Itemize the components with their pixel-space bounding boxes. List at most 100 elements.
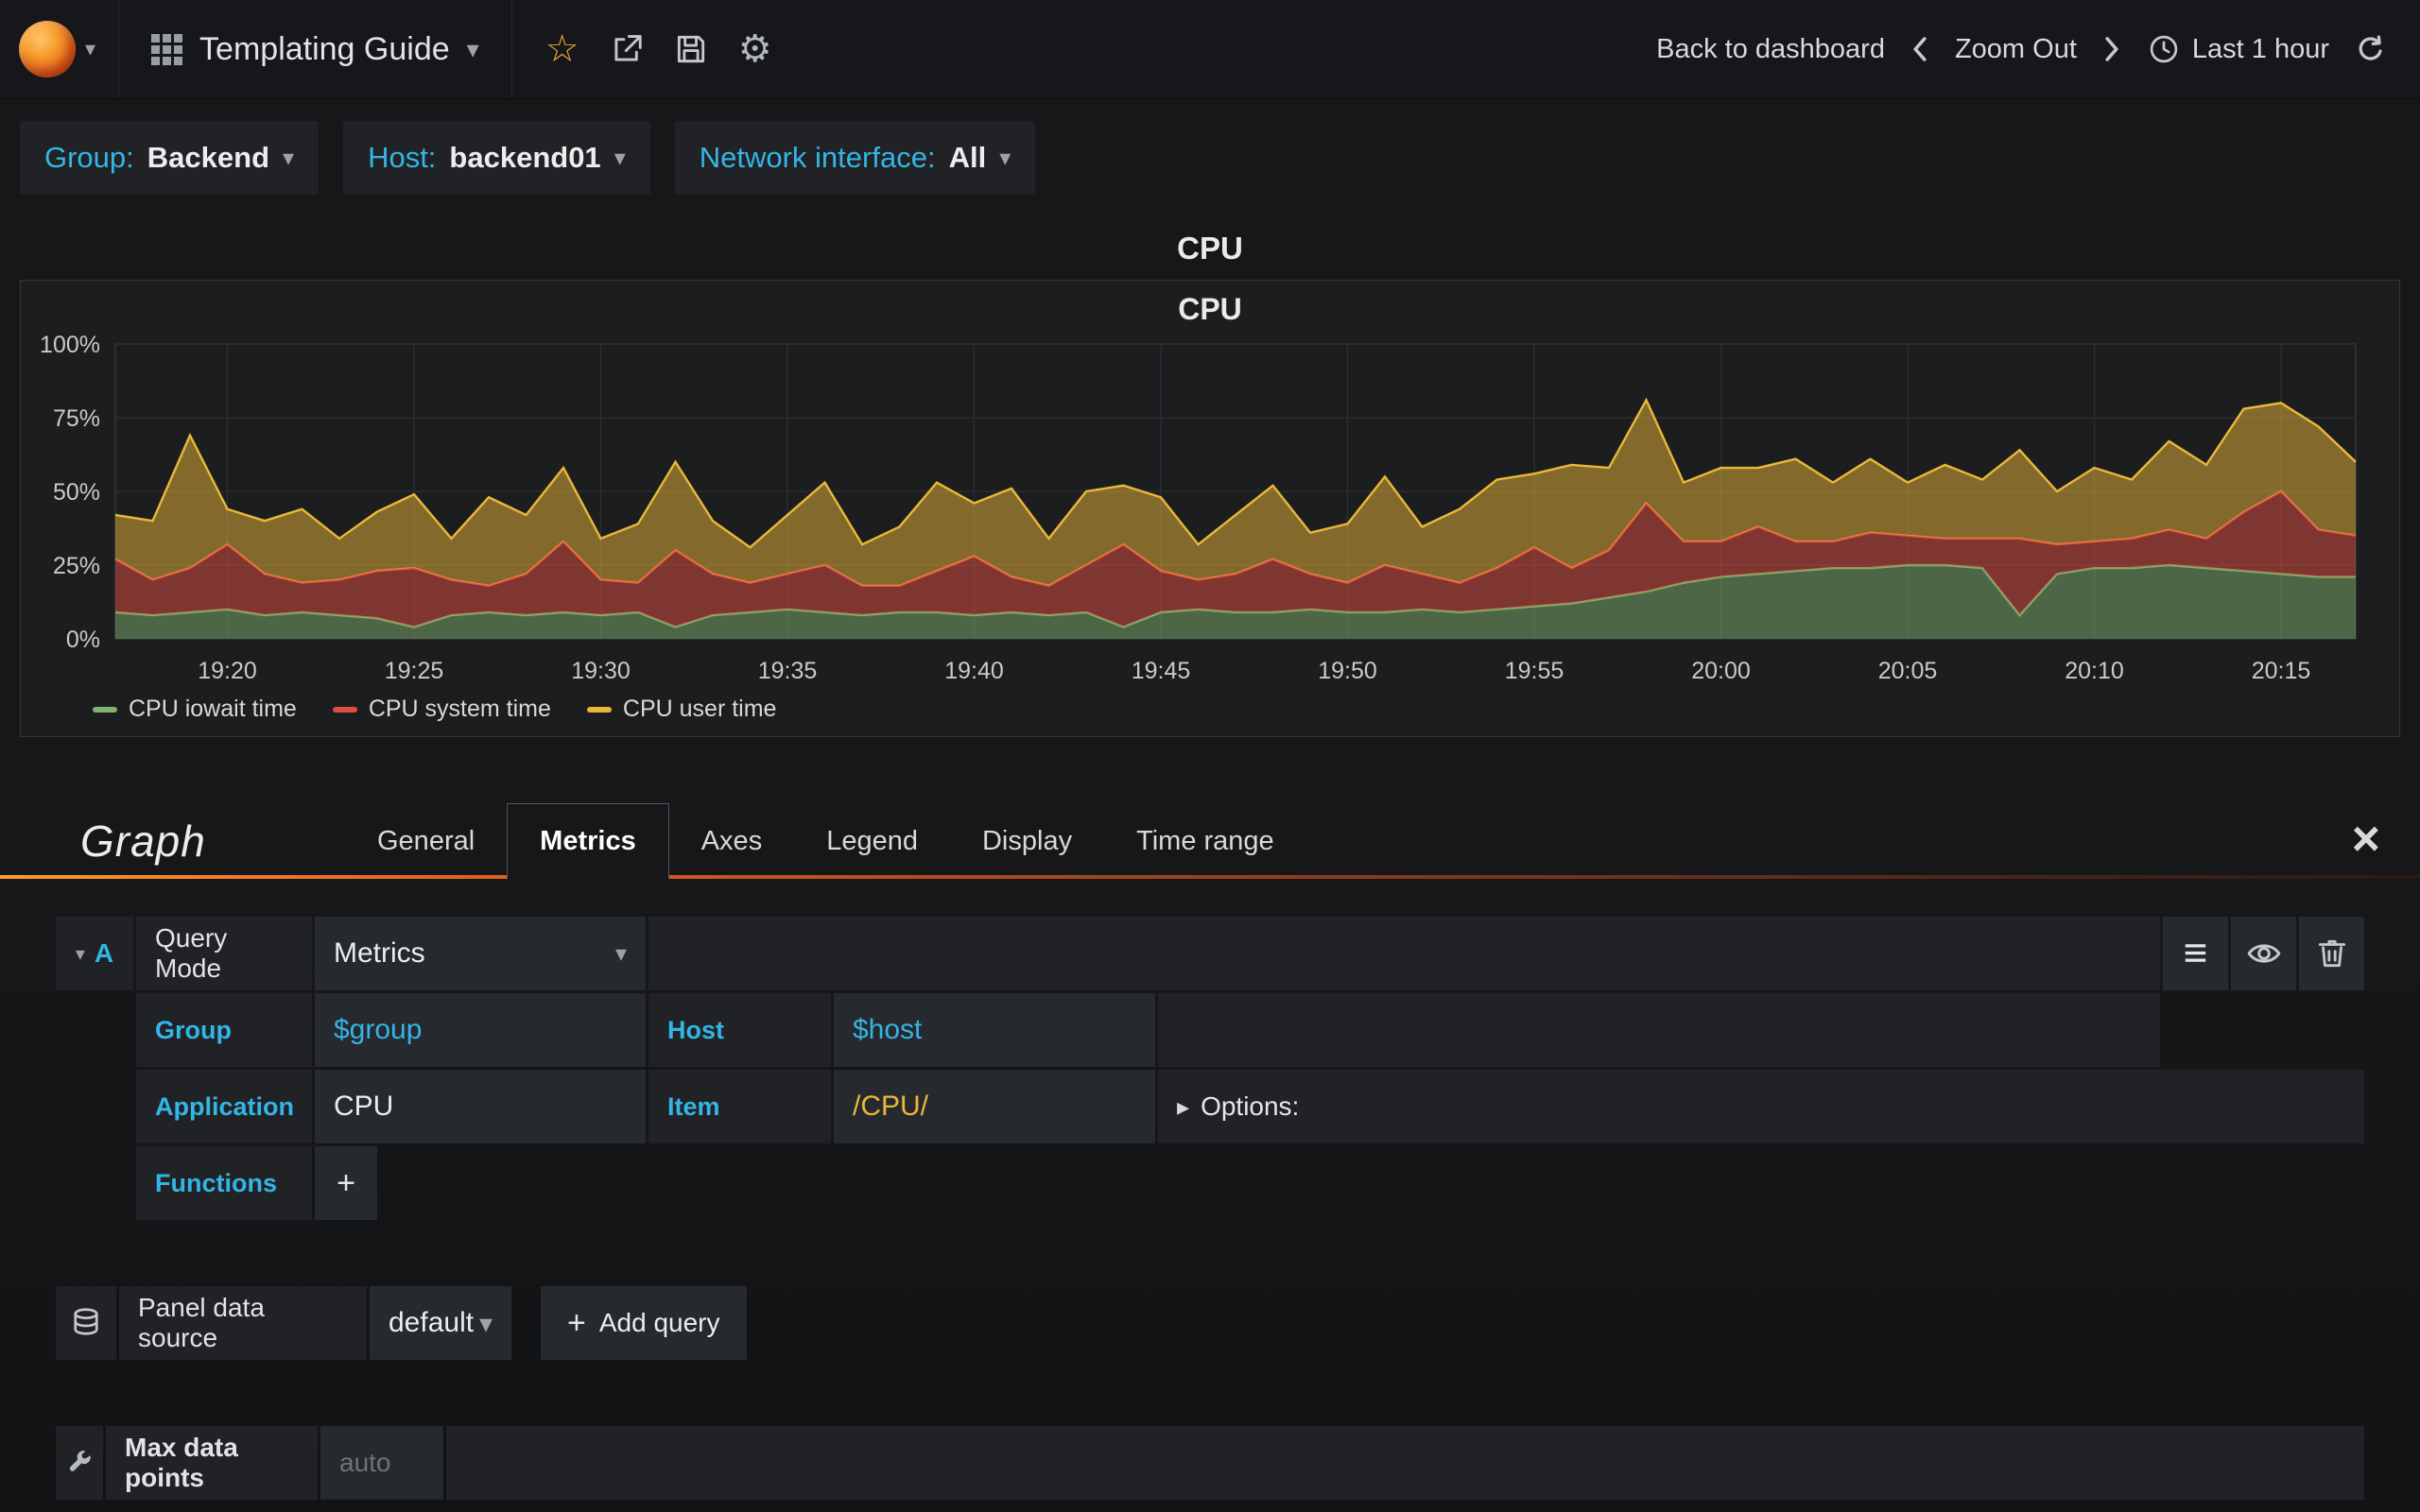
svg-text:19:20: 19:20 bbox=[198, 658, 257, 684]
grafana-logo-icon bbox=[19, 21, 76, 77]
variable-label: Host: bbox=[368, 141, 437, 174]
datasource-select[interactable]: default bbox=[370, 1286, 511, 1360]
group-input[interactable]: $group bbox=[315, 993, 646, 1067]
panel-editor-header: Graph General Metrics Axes Legend Display Tim… bbox=[0, 803, 2420, 879]
max-data-points-input[interactable] bbox=[320, 1426, 443, 1500]
item-value: /CPU/ bbox=[853, 1091, 929, 1122]
chevron-left-icon bbox=[1913, 37, 1927, 61]
gear-icon bbox=[738, 30, 772, 68]
dashboard-picker[interactable]: Templating Guide bbox=[119, 0, 512, 98]
refresh-button[interactable] bbox=[2354, 32, 2388, 66]
application-label: Application bbox=[136, 1070, 312, 1143]
grafana-menu-button[interactable] bbox=[0, 0, 120, 98]
query-row-filler bbox=[648, 917, 2160, 990]
legend-label: CPU iowait time bbox=[129, 696, 297, 722]
item-label: Item bbox=[648, 1070, 831, 1143]
application-value: CPU bbox=[334, 1091, 394, 1122]
time-picker-button[interactable]: Last 1 hour bbox=[2147, 32, 2329, 66]
star-button[interactable] bbox=[537, 24, 588, 75]
datasource-row: Panel data source default Add query bbox=[56, 1286, 2364, 1360]
query-editor: A Query Mode Metrics Group $g bbox=[56, 917, 2364, 1220]
add-query-button[interactable]: Add query bbox=[541, 1286, 747, 1360]
legend-swatch bbox=[93, 706, 117, 713]
query-mode-select[interactable]: Metrics bbox=[315, 917, 646, 990]
legend-item-cpu-iowait-time[interactable]: CPU iowait time bbox=[93, 696, 297, 723]
graph-title: CPU bbox=[1178, 292, 1242, 326]
chevron-right-icon bbox=[1177, 1091, 1189, 1122]
cpu-graph[interactable]: 0% 25% 50% 75% 100% 19:20 19:25 19:30 19:35 19:40… bbox=[21, 333, 2399, 692]
options-toggle[interactable]: Options: bbox=[1158, 1070, 2364, 1143]
svg-text:19:45: 19:45 bbox=[1132, 658, 1191, 684]
chevron-down-icon bbox=[85, 37, 95, 61]
tab-display[interactable]: Display bbox=[950, 803, 1104, 879]
query-toggle-visibility-button[interactable] bbox=[2231, 917, 2296, 990]
back-to-dashboard-button[interactable]: Back to dashboard bbox=[1656, 34, 1885, 65]
time-shift-left-button[interactable] bbox=[1910, 33, 1930, 65]
share-button[interactable] bbox=[601, 24, 652, 75]
tab-time-range[interactable]: Time range bbox=[1104, 803, 1306, 879]
svg-text:19:40: 19:40 bbox=[944, 658, 1004, 684]
add-query-label: Add query bbox=[598, 1308, 720, 1337]
graph-panel: CPU 0% 25% 50% 75% 100% 19:20 19:25 19:30 19:35 1… bbox=[20, 280, 2400, 737]
application-input[interactable]: CPU bbox=[315, 1070, 646, 1143]
legend-label: CPU user time bbox=[622, 696, 777, 722]
close-editor-button[interactable] bbox=[2352, 803, 2380, 875]
dashboard-grid-icon bbox=[151, 33, 183, 65]
legend-label: CPU system time bbox=[368, 696, 551, 722]
variable-label: Group: bbox=[44, 141, 134, 174]
variable-host[interactable]: Host: backend01 bbox=[343, 121, 650, 195]
tab-metrics[interactable]: Metrics bbox=[507, 803, 669, 879]
legend-item-cpu-system-time[interactable]: CPU system time bbox=[332, 696, 551, 723]
max-data-points-label: Max data points bbox=[106, 1426, 318, 1500]
functions-label: Functions bbox=[136, 1146, 312, 1220]
variable-value: Backend bbox=[147, 141, 270, 174]
add-function-button[interactable] bbox=[315, 1146, 377, 1220]
save-icon bbox=[677, 35, 704, 63]
time-shift-right-button[interactable] bbox=[2101, 33, 2122, 65]
query-row-filler bbox=[1158, 993, 2160, 1067]
share-icon bbox=[614, 35, 642, 61]
host-input[interactable]: $host bbox=[834, 993, 1155, 1067]
variable-group[interactable]: Group: Backend bbox=[20, 121, 320, 195]
query-delete-button[interactable] bbox=[2299, 917, 2364, 990]
tab-general[interactable]: General bbox=[345, 803, 507, 879]
svg-text:75%: 75% bbox=[53, 405, 100, 432]
svg-text:100%: 100% bbox=[40, 333, 100, 358]
svg-text:20:00: 20:00 bbox=[1691, 658, 1751, 684]
svg-text:50%: 50% bbox=[53, 479, 100, 506]
legend-item-cpu-user-time[interactable]: CPU user time bbox=[586, 696, 777, 723]
panel-type-label: Graph bbox=[80, 816, 206, 866]
svg-text:19:25: 19:25 bbox=[385, 658, 444, 684]
database-icon bbox=[74, 1308, 98, 1335]
tab-legend[interactable]: Legend bbox=[794, 803, 950, 879]
query-collapse-button[interactable]: A bbox=[56, 917, 133, 990]
editor-tabs: General Metrics Axes Legend Display Time rang… bbox=[345, 803, 1306, 879]
chevron-down-icon bbox=[615, 940, 627, 968]
chevron-down-icon bbox=[614, 145, 626, 172]
panel-datasource-label: Panel data source bbox=[119, 1286, 367, 1360]
variable-network-interface[interactable]: Network interface: All bbox=[674, 121, 1036, 195]
query-menu-button[interactable] bbox=[2163, 917, 2228, 990]
save-button[interactable] bbox=[666, 24, 717, 75]
item-input[interactable]: /CPU/ bbox=[834, 1070, 1155, 1143]
navbar-right: Back to dashboard Zoom Out Last 1 hour bbox=[1656, 0, 2420, 98]
query-mode-label: Query Mode bbox=[136, 917, 312, 990]
chevron-down-icon bbox=[283, 145, 294, 172]
zoom-out-button[interactable]: Zoom Out bbox=[1955, 34, 2077, 65]
navbar-actions bbox=[512, 0, 790, 98]
variable-value: All bbox=[948, 141, 987, 174]
variable-label: Network interface: bbox=[699, 141, 936, 174]
eye-icon bbox=[2247, 944, 2280, 963]
tab-axes[interactable]: Axes bbox=[669, 803, 794, 879]
panel-title: CPU bbox=[1177, 231, 1243, 266]
svg-text:19:35: 19:35 bbox=[758, 658, 818, 684]
star-icon bbox=[545, 30, 579, 68]
row-indent bbox=[56, 993, 136, 1067]
query-ref-id: A bbox=[94, 938, 114, 968]
settings-button[interactable] bbox=[730, 24, 781, 75]
row-indent bbox=[56, 1146, 136, 1220]
plus-icon bbox=[337, 1167, 355, 1200]
navbar: Templating Guide Back to dashboard Zoom … bbox=[0, 0, 2420, 99]
svg-text:19:50: 19:50 bbox=[1318, 658, 1377, 684]
query-row-application-item: Application CPU Item /CPU/ Options: bbox=[56, 1070, 2364, 1143]
